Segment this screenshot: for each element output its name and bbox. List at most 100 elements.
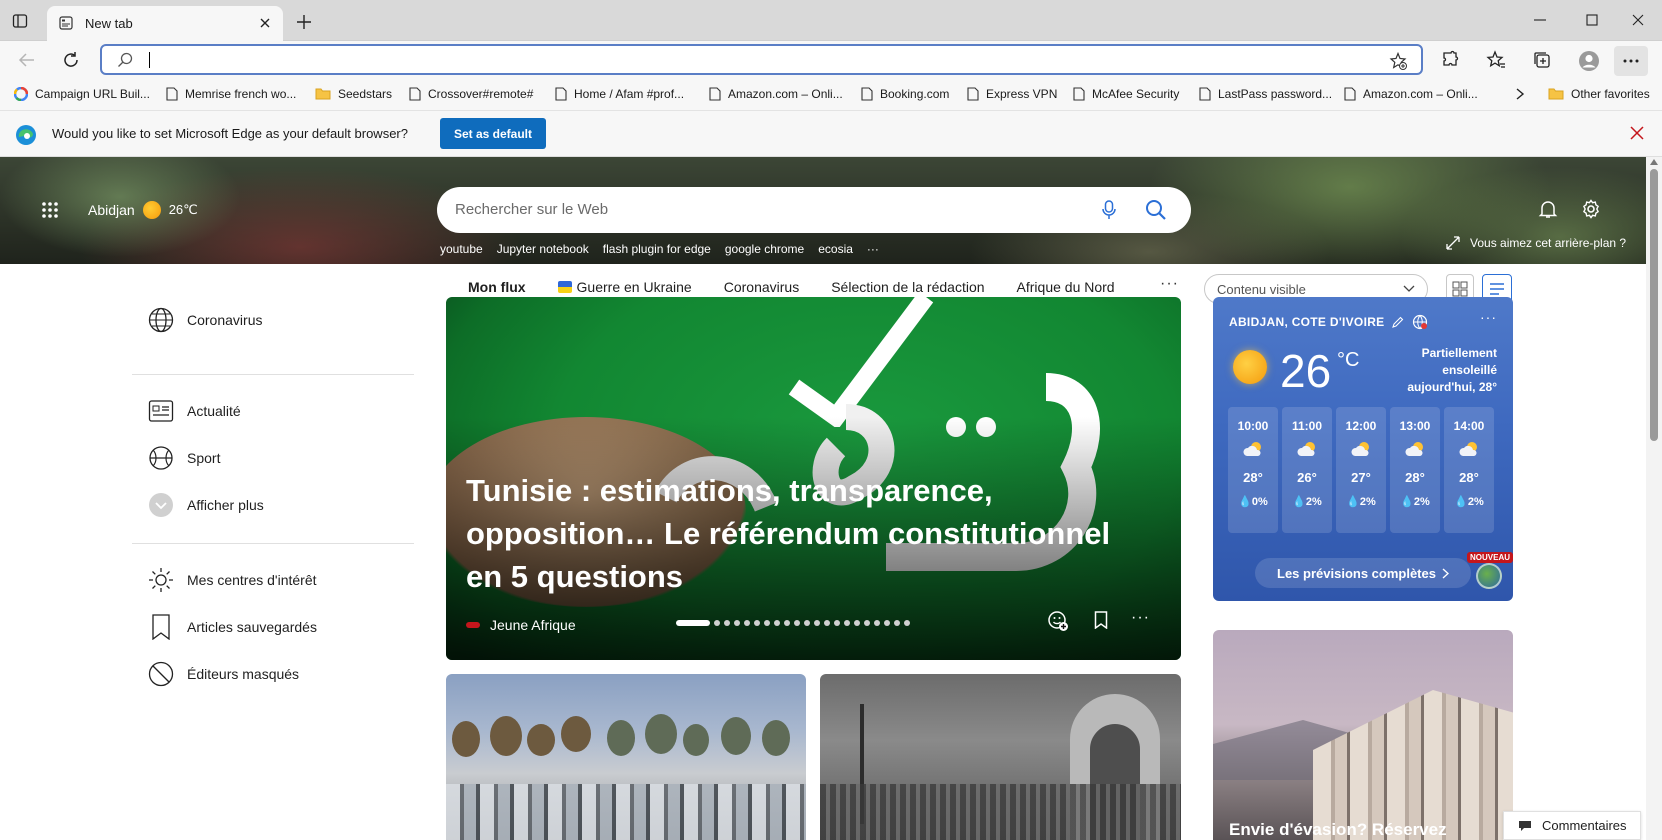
carousel-dot[interactable] [794,620,800,626]
feed-more-icon[interactable]: ··· [1160,275,1179,293]
add-favorite-icon[interactable] [1389,52,1407,70]
refresh-icon[interactable] [62,51,80,69]
set-as-default-button[interactable]: Set as default [440,118,546,149]
left-nav-coronavirus[interactable]: Coronavirus [147,306,262,334]
close-infobar-icon[interactable] [1630,126,1644,140]
quick-link[interactable]: Jupyter notebook [497,242,589,256]
collections-icon[interactable] [1532,50,1552,70]
hour-slot[interactable]: 12:00 27° 💧2% [1336,407,1386,533]
tab-actions-icon[interactable] [12,13,28,29]
bookmark-item[interactable]: Express VPN [967,87,1057,101]
profile-avatar-icon[interactable] [1578,50,1600,72]
page-settings-gear-icon[interactable] [1581,199,1601,219]
add-reaction-icon[interactable] [1047,610,1069,632]
extensions-icon[interactable] [1440,50,1460,70]
bookmark-item[interactable]: LastPass password... [1199,87,1332,101]
top-story-card[interactable]: Tunisie : estimations, transparence, opp… [446,297,1181,660]
left-nav-news[interactable]: Actualité [147,397,241,425]
like-background-link[interactable]: Vous aimez cet arrière-plan ? [1446,236,1626,250]
more-links-icon[interactable]: ··· [867,242,879,256]
tab-new-tab[interactable]: New tab [47,6,283,41]
feed-tab-north-africa[interactable]: Afrique du Nord [1017,279,1115,295]
back-arrow-icon[interactable] [18,51,36,69]
quick-link[interactable]: youtube [440,242,483,256]
web-search-box[interactable]: Rechercher sur le Web [437,187,1191,233]
quick-link[interactable]: flash plugin for edge [603,242,711,256]
quick-link[interactable]: google chrome [725,242,804,256]
maximize-icon[interactable] [1585,13,1599,27]
carousel-dot[interactable] [744,620,750,626]
hour-slot[interactable]: 14:00 28° 💧2% [1444,407,1494,533]
bookmark-item[interactable]: Home / Afam #prof... [555,87,684,101]
story-card-archive[interactable] [820,674,1181,840]
search-icon[interactable] [1145,199,1167,221]
story-card-travel[interactable]: Envie d'évasion? Réservez [1213,630,1513,840]
carousel-dot[interactable] [894,620,900,626]
left-nav-interests[interactable]: Mes centres d'intérêt [147,566,317,594]
scroll-up-arrow-icon[interactable] [1650,159,1658,165]
full-forecast-button[interactable]: Les prévisions complètes [1255,558,1471,588]
feed-tab-ukraine[interactable]: Guerre en Ukraine [557,279,692,295]
bookmark-item[interactable]: McAfee Security [1073,87,1179,101]
carousel-dot[interactable] [874,620,880,626]
carousel-dot[interactable] [864,620,870,626]
carousel-dot[interactable] [814,620,820,626]
more-bookmarks-chevron-icon[interactable] [1515,87,1525,101]
carousel-dot[interactable] [844,620,850,626]
left-nav-show-more[interactable]: Afficher plus [147,491,264,519]
bookmark-item[interactable]: Seedstars [315,87,392,101]
hour-slot[interactable]: 11:00 26° 💧2% [1282,407,1332,533]
new-tab-icon[interactable] [296,14,312,30]
settings-more-icon[interactable] [1614,46,1648,76]
address-bar[interactable] [100,44,1423,75]
bookmark-item[interactable]: Amazon.com – Onli... [709,87,843,101]
carousel-dot[interactable] [774,620,780,626]
weather-map-icon[interactable] [1476,563,1502,589]
carousel-dot[interactable] [854,620,860,626]
story-more-icon[interactable]: ··· [1131,609,1150,627]
carousel-dot[interactable] [754,620,760,626]
story-card-traffic[interactable] [446,674,806,840]
feed-tab-editors-pick[interactable]: Sélection de la rédaction [831,279,984,295]
left-nav-saved[interactable]: Articles sauvegardés [147,613,317,641]
carousel-dot[interactable] [676,620,710,626]
carousel-dot[interactable] [824,620,830,626]
carousel-dots[interactable] [676,620,910,626]
address-input[interactable] [146,49,1346,71]
left-nav-sport[interactable]: Sport [147,444,220,472]
hour-slot[interactable]: 10:00 28° 💧0% [1228,407,1278,533]
story-source[interactable]: Jeune Afrique [466,617,576,633]
quick-link[interactable]: ecosia [818,242,853,256]
carousel-dot[interactable] [804,620,810,626]
close-tab-icon[interactable] [259,17,271,29]
weather-mini[interactable]: Abidjan 26℃ [88,201,198,219]
left-nav-hidden-publishers[interactable]: Éditeurs masqués [147,660,299,688]
top-story-headline[interactable]: Tunisie : estimations, transparence, opp… [466,469,1146,598]
bookmark-item[interactable]: Booking.com [861,87,949,101]
save-story-bookmark-icon[interactable] [1094,611,1108,629]
bookmark-item[interactable]: Memrise french wo... [166,87,296,101]
weather-more-icon[interactable]: ··· [1480,309,1497,325]
temp-unit[interactable]: °C [1337,349,1359,372]
weather-card[interactable]: ABIDJAN, COTE D'IVOIRE ··· 26 °C Partiel… [1213,297,1513,601]
microphone-icon[interactable] [1102,200,1116,220]
hour-slot[interactable]: 13:00 28° 💧2% [1390,407,1440,533]
other-favorites[interactable]: Other favorites [1548,87,1650,101]
feed-tab-my-feed[interactable]: Mon flux [468,279,526,295]
app-launcher-icon[interactable] [41,201,59,219]
feedback-button[interactable]: Commentaires [1503,811,1641,840]
carousel-dot[interactable] [834,620,840,626]
bookmark-item[interactable]: Crossover#remote# [409,87,533,101]
carousel-dot[interactable] [714,620,720,626]
page-scrollbar[interactable] [1646,157,1662,840]
carousel-dot[interactable] [904,620,910,626]
carousel-dot[interactable] [734,620,740,626]
carousel-dot[interactable] [724,620,730,626]
close-window-icon[interactable] [1631,13,1645,27]
favorites-icon[interactable] [1486,50,1506,70]
bookmark-item[interactable]: Amazon.com – Onli... [1344,87,1478,101]
minimize-icon[interactable] [1533,13,1547,27]
carousel-dot[interactable] [884,620,890,626]
carousel-dot[interactable] [784,620,790,626]
feed-tab-coronavirus[interactable]: Coronavirus [724,279,799,295]
